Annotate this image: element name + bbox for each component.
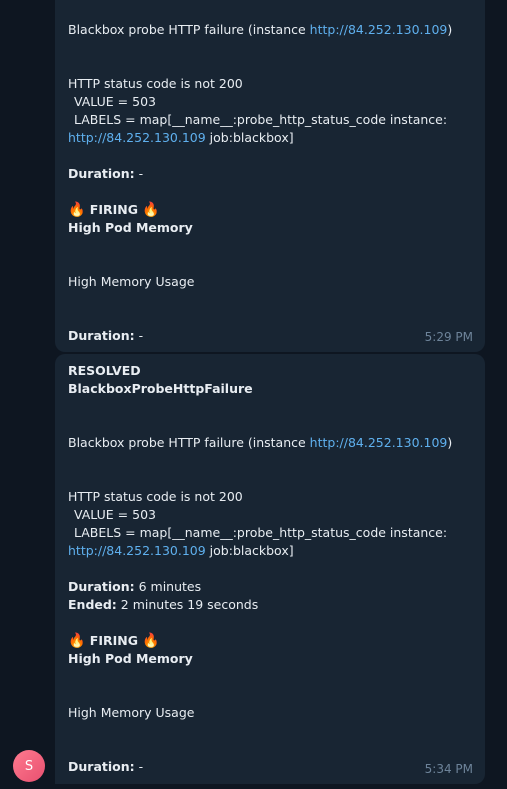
duration-row: Duration: - xyxy=(68,165,143,183)
duration-label: Duration: xyxy=(68,759,135,774)
status-line: HTTP status code is not 200 xyxy=(68,76,243,91)
value-line: VALUE = 503 xyxy=(74,507,156,522)
ended-row: Ended: 2 minutes 19 seconds xyxy=(68,596,258,614)
duration-label: Duration: xyxy=(68,166,135,181)
ended-value: 2 minutes 19 seconds xyxy=(116,597,259,612)
duration-value: - xyxy=(134,759,144,774)
avatar-initial: S xyxy=(24,758,34,774)
message-bubble[interactable]: Blackbox probe HTTP failure (instance ht… xyxy=(55,0,485,352)
fire-icon: 🔥 xyxy=(68,633,86,649)
summary-text: Blackbox probe HTTP failure (instance xyxy=(68,22,310,37)
firing-header: 🔥 FIRING 🔥 xyxy=(68,201,160,219)
duration-label: Duration: xyxy=(68,328,135,343)
summary-suffix: ) xyxy=(447,22,453,37)
firing-title: High Pod Memory xyxy=(68,651,193,666)
alert-summary: Blackbox probe HTTP failure (instance ht… xyxy=(68,434,452,452)
firing-title: High Pod Memory xyxy=(68,220,193,235)
instance-link[interactable]: http://84.252.130.109 xyxy=(310,435,448,450)
ended-label: Ended: xyxy=(68,597,117,612)
duration-label: Duration: xyxy=(68,579,135,594)
labels-line: LABELS = map[__name__:probe_http_status_… xyxy=(74,525,448,540)
duration-value: 6 minutes xyxy=(134,579,202,594)
resolved-title: BlackboxProbeHttpFailure xyxy=(68,381,253,396)
message-timestamp: 5:34 PM xyxy=(424,762,473,776)
firing-duration-row: Duration: - xyxy=(68,758,143,776)
instance-link[interactable]: http://84.252.130.109 xyxy=(68,130,206,145)
instance-link[interactable]: http://84.252.130.109 xyxy=(310,22,448,37)
labels-continuation: http://84.252.130.109 job:blackbox] xyxy=(68,542,294,560)
alert-summary: Blackbox probe HTTP failure (instance ht… xyxy=(68,21,452,39)
fire-icon: 🔥 xyxy=(68,202,86,218)
value-line: VALUE = 503 xyxy=(74,94,156,109)
duration-value: - xyxy=(134,328,144,343)
firing-description: High Memory Usage xyxy=(68,705,195,720)
duration-row: Duration: 6 minutes xyxy=(68,578,201,596)
duration-value: - xyxy=(134,166,144,181)
instance-link[interactable]: http://84.252.130.109 xyxy=(68,543,206,558)
chat-area: Blackbox probe HTTP failure (instance ht… xyxy=(0,0,507,789)
labels-continuation: http://84.252.130.109 job:blackbox] xyxy=(68,129,294,147)
labels-line: LABELS = map[__name__:probe_http_status_… xyxy=(74,112,448,127)
fire-icon: 🔥 xyxy=(142,202,160,218)
firing-label: FIRING xyxy=(89,633,138,648)
resolved-label: RESOLVED xyxy=(68,363,141,378)
firing-header: 🔥 FIRING 🔥 xyxy=(68,632,160,650)
firing-duration-row: Duration: - xyxy=(68,327,143,345)
status-line: HTTP status code is not 200 xyxy=(68,489,243,504)
message-bubble[interactable]: RESOLVED BlackboxProbeHttpFailure Blackb… xyxy=(55,354,485,784)
summary-text: Blackbox probe HTTP failure (instance xyxy=(68,435,310,450)
firing-label: FIRING xyxy=(89,202,138,217)
summary-suffix: ) xyxy=(447,435,453,450)
fire-icon: 🔥 xyxy=(142,633,160,649)
job-label: job:blackbox] xyxy=(205,543,294,558)
avatar[interactable]: S xyxy=(13,750,45,782)
message-timestamp: 5:29 PM xyxy=(424,330,473,344)
job-label: job:blackbox] xyxy=(205,130,294,145)
firing-description: High Memory Usage xyxy=(68,274,195,289)
